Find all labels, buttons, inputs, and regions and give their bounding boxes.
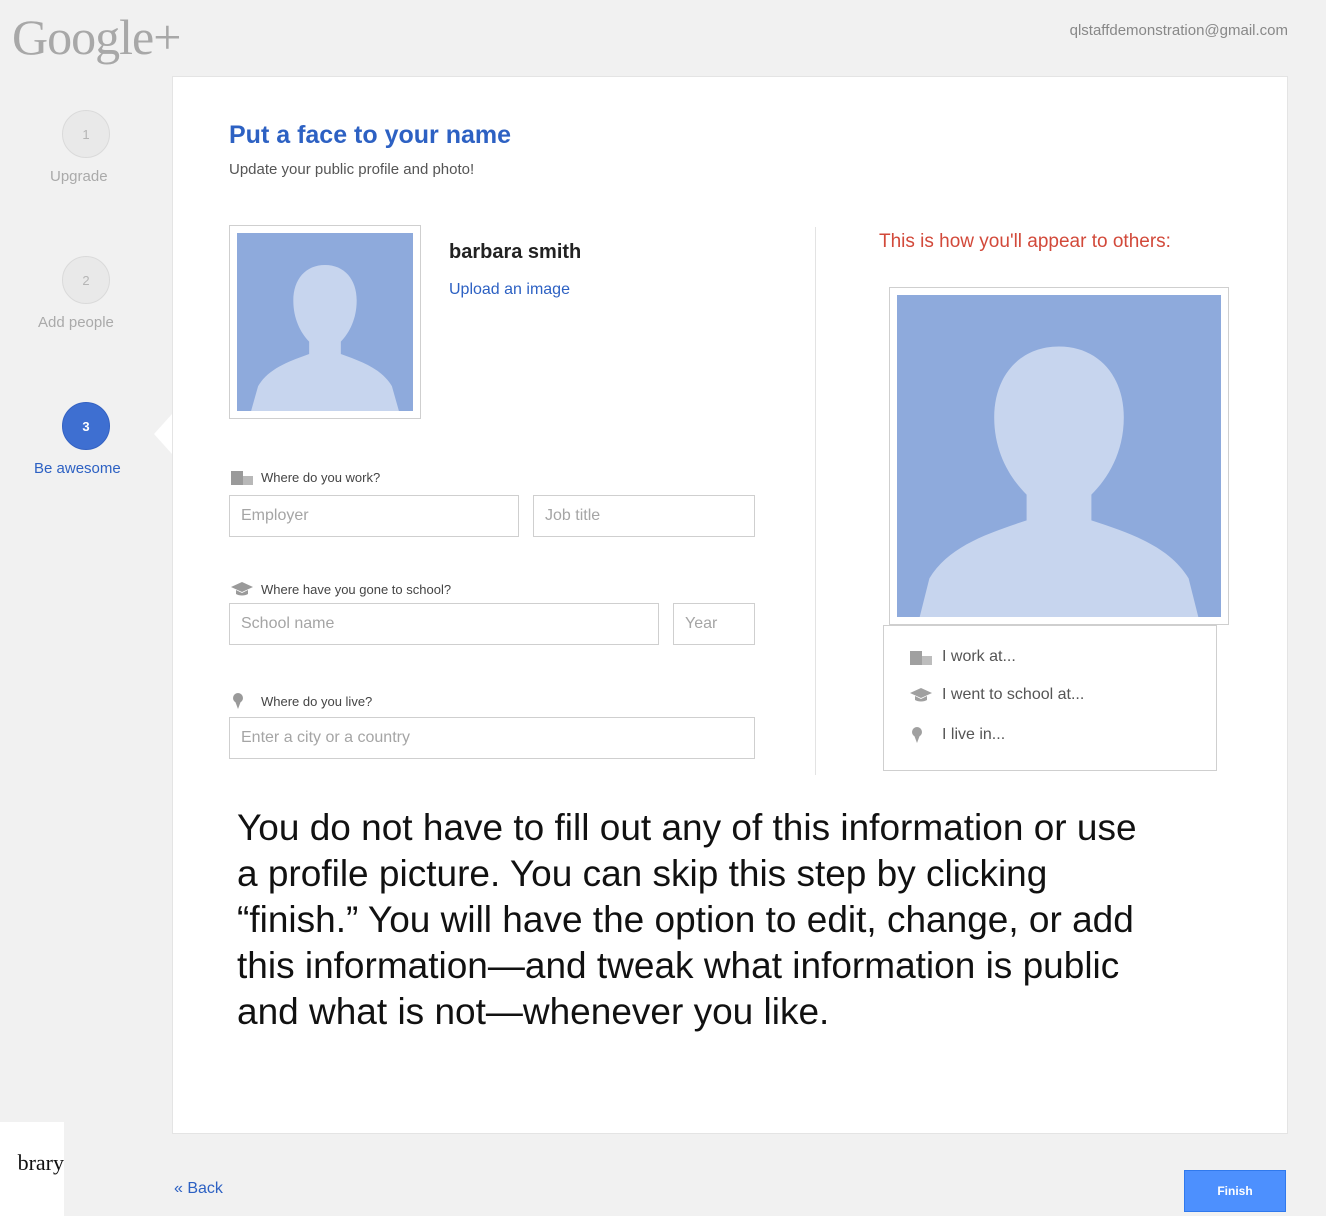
step-number-badge: 3 bbox=[62, 402, 110, 450]
job-title-input[interactable] bbox=[533, 495, 755, 537]
step-label: Upgrade bbox=[50, 168, 108, 185]
finish-button[interactable]: Finish bbox=[1184, 1170, 1286, 1212]
step-add-people[interactable]: 2 Add people bbox=[0, 256, 172, 331]
profile-panel: Put a face to your name Update your publ… bbox=[172, 76, 1288, 1134]
map-pin-icon bbox=[231, 693, 253, 709]
library-badge: brary bbox=[0, 1122, 64, 1216]
profile-name: barbara smith bbox=[449, 241, 582, 263]
school-field-label: Where have you gone to school? bbox=[231, 581, 451, 597]
step-number-badge: 2 bbox=[62, 256, 110, 304]
school-name-input[interactable] bbox=[229, 603, 659, 645]
back-link[interactable]: « Back bbox=[174, 1180, 223, 1198]
live-label-text: Where do you live? bbox=[261, 693, 373, 709]
step-label: Add people bbox=[38, 314, 114, 331]
graduation-cap-icon bbox=[910, 687, 932, 703]
upload-image-link[interactable]: Upload an image bbox=[449, 281, 570, 299]
default-avatar-icon bbox=[237, 233, 413, 411]
default-avatar-icon bbox=[897, 295, 1221, 617]
instruction-note: You do not have to fill out any of this … bbox=[237, 807, 1137, 1032]
school-year-input[interactable] bbox=[673, 603, 755, 645]
graduation-cap-icon bbox=[231, 581, 253, 597]
work-label-text: Where do you work? bbox=[261, 469, 381, 485]
preview-info-card: I work at... I went to school at... I li… bbox=[883, 625, 1217, 771]
live-field-label: Where do you live? bbox=[231, 693, 372, 709]
preview-live-text: I live in... bbox=[942, 726, 1006, 743]
preview-caption: This is how you'll appear to others: bbox=[879, 231, 1171, 252]
building-icon bbox=[231, 469, 253, 485]
google-plus-logo: Google+ bbox=[12, 9, 181, 65]
preview-school-row: I went to school at... bbox=[910, 686, 1084, 704]
employer-input[interactable] bbox=[229, 495, 519, 537]
profile-photo[interactable] bbox=[229, 225, 421, 419]
work-field-label: Where do you work? bbox=[231, 469, 380, 485]
preview-work-row: I work at... bbox=[910, 648, 1016, 666]
preview-school-text: I went to school at... bbox=[942, 686, 1085, 703]
step-number-badge: 1 bbox=[62, 110, 110, 158]
account-email[interactable]: qlstaffdemonstration@gmail.com bbox=[1070, 22, 1288, 39]
preview-photo bbox=[889, 287, 1229, 625]
page-title: Put a face to your name bbox=[229, 121, 512, 149]
step-label: Be awesome bbox=[34, 460, 121, 477]
location-input[interactable] bbox=[229, 717, 755, 759]
preview-work-text: I work at... bbox=[942, 648, 1016, 665]
step-be-awesome[interactable]: 3 Be awesome bbox=[0, 402, 172, 477]
building-icon bbox=[910, 649, 932, 665]
column-divider bbox=[815, 227, 816, 775]
school-label-text: Where have you gone to school? bbox=[261, 581, 452, 597]
page-subtitle: Update your public profile and photo! bbox=[229, 161, 475, 178]
map-pin-icon bbox=[910, 727, 932, 743]
library-text: brary bbox=[17, 1150, 64, 1175]
preview-live-row: I live in... bbox=[910, 726, 1005, 744]
step-upgrade[interactable]: 1 Upgrade bbox=[0, 110, 172, 185]
active-step-pointer bbox=[154, 414, 172, 454]
